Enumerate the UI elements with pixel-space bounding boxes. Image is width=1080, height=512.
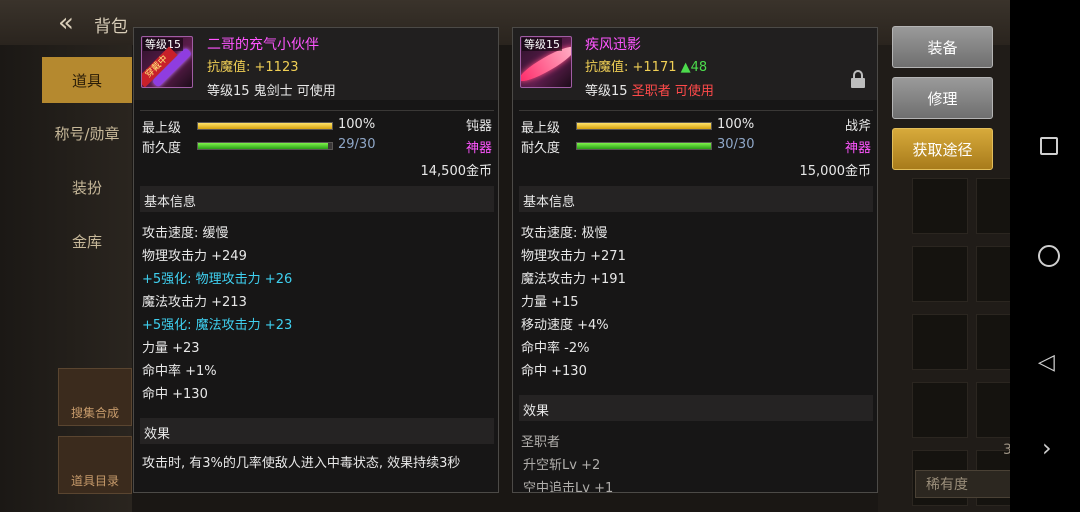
stat-line: 命中 +130: [142, 387, 208, 402]
resist-label: 抗魔值:: [207, 60, 255, 75]
rarity-label: 神器: [844, 141, 871, 156]
grade-bar: [576, 122, 712, 130]
recents-icon[interactable]: [1040, 137, 1058, 155]
effect-description: 攻击时, 有3%的几率使敌人进入中毒状态, 效果持续3秒: [142, 456, 461, 471]
stat-line: 物理攻击力 +271: [521, 249, 626, 264]
resist-value: 抗魔值: +1171 ▲48: [585, 56, 707, 75]
weapon-type: 战斧: [844, 119, 871, 134]
divider: [519, 110, 873, 111]
inventory-slot[interactable]: [912, 314, 968, 370]
synthesis-button[interactable]: 搜集合成: [58, 368, 132, 426]
stat-line: 命中 +130: [521, 364, 587, 379]
tab-storage[interactable]: 金库: [42, 218, 132, 264]
basic-info-title: 基本信息: [523, 195, 576, 210]
requirement: 等级15 鬼剑士 可使用: [207, 84, 336, 99]
home-icon[interactable]: [1038, 245, 1060, 267]
item-catalog-button[interactable]: 道具目录: [58, 436, 132, 494]
chevron-right-icon[interactable]: ›: [1042, 434, 1052, 462]
basic-info-header: 基本信息: [140, 186, 494, 212]
icon-level: 等级15: [522, 38, 562, 51]
inventory-slot[interactable]: [912, 178, 968, 234]
resist-number: +1171: [632, 60, 677, 75]
requirement-level: 等级15: [585, 84, 632, 99]
resist-diff: ▲48: [680, 60, 708, 75]
effect-title: 效果: [523, 404, 550, 419]
repair-button[interactable]: 修理: [892, 77, 993, 119]
grade-bar: [197, 122, 333, 130]
requirement-class: 圣职者 可使用: [631, 84, 714, 99]
durability-bar: [576, 142, 712, 150]
mace-icon: 等级15 穿戴中: [141, 36, 193, 88]
equip-button[interactable]: 装备: [892, 26, 993, 68]
inventory-slot[interactable]: [912, 246, 968, 302]
rarity-label: 神器: [465, 141, 492, 156]
stat-line: 命中率 -2%: [521, 341, 590, 356]
durability-value: 29/30: [338, 137, 376, 152]
stat-line: 力量 +23: [142, 341, 200, 356]
inventory-slot[interactable]: [912, 382, 968, 438]
stat-line: 魔法攻击力 +191: [521, 272, 626, 287]
tab-titles[interactable]: 称号/勋章: [42, 110, 132, 156]
resist-value: 抗魔值: +1123: [207, 56, 299, 75]
effect-header: 效果: [519, 395, 873, 421]
sell-price: 14,500金币: [420, 164, 493, 179]
stat-line: 力量 +15: [521, 295, 579, 310]
durability-value: 30/30: [717, 137, 755, 152]
item-name: 二哥的充气小伙伴: [207, 37, 319, 53]
resist-label: 抗魔值:: [585, 60, 633, 75]
stat-line: +5强化: 魔法攻击力 +23: [142, 318, 293, 333]
effect-header: 效果: [140, 418, 494, 444]
stat-line: 命中率 +1%: [142, 364, 217, 379]
grade-percent: 100%: [717, 117, 755, 132]
page-title: 背包: [94, 17, 128, 37]
stat-line: 魔法攻击力 +213: [142, 295, 247, 310]
effect-line: 圣职者: [521, 435, 561, 450]
stat-line: 攻击速度: 极慢: [521, 226, 608, 241]
grade-percent: 100%: [338, 117, 376, 132]
basic-info-header: 基本信息: [519, 186, 873, 212]
effect-line: 空中追击Lv +1: [523, 481, 614, 493]
equipped-item-tooltip: 等级15 穿戴中 二哥的充气小伙伴 抗魔值: +1123 等级15 鬼剑士 可使…: [133, 27, 499, 493]
stat-line: +5强化: 物理攻击力 +26: [142, 272, 293, 287]
stat-line: 物理攻击力 +249: [142, 249, 247, 264]
sort-label: 稀有度: [926, 477, 968, 493]
divider: [140, 110, 494, 111]
durability-label: 耐久度: [521, 141, 561, 156]
stat-line: 攻击速度: 缓慢: [142, 226, 229, 241]
requirement: 等级15 圣职者 可使用: [585, 80, 714, 99]
effect-title: 效果: [144, 427, 171, 442]
tab-items[interactable]: 道具: [42, 57, 132, 103]
stat-line: 移动速度 +4%: [521, 318, 609, 333]
item-name: 疾风迅影: [585, 37, 641, 53]
icon-level: 等级15: [143, 38, 183, 51]
compare-item-tooltip: 等级15 疾风迅影 抗魔值: +1171 ▲48 等级15 圣职者 可使用 最上…: [512, 27, 878, 493]
lock-icon[interactable]: [851, 70, 865, 88]
grade-label: 最上级: [521, 121, 561, 136]
durability-bar: [197, 142, 333, 150]
battle-axe-icon: 等级15: [520, 36, 572, 88]
effect-line: 升空斩Lv +2: [523, 458, 601, 473]
grade-label: 最上级: [142, 121, 182, 136]
tab-avatar[interactable]: 装扮: [42, 164, 132, 210]
weapon-type: 钝器: [465, 119, 492, 134]
obtain-source-button[interactable]: 获取途径: [892, 128, 993, 170]
resist-number: +1123: [254, 60, 299, 75]
back-arrow-icon[interactable]: «: [58, 8, 74, 38]
back-triangle-icon[interactable]: ◁: [1038, 350, 1055, 375]
durability-label: 耐久度: [142, 141, 182, 156]
basic-info-title: 基本信息: [144, 195, 197, 210]
sell-price: 15,000金币: [799, 164, 872, 179]
